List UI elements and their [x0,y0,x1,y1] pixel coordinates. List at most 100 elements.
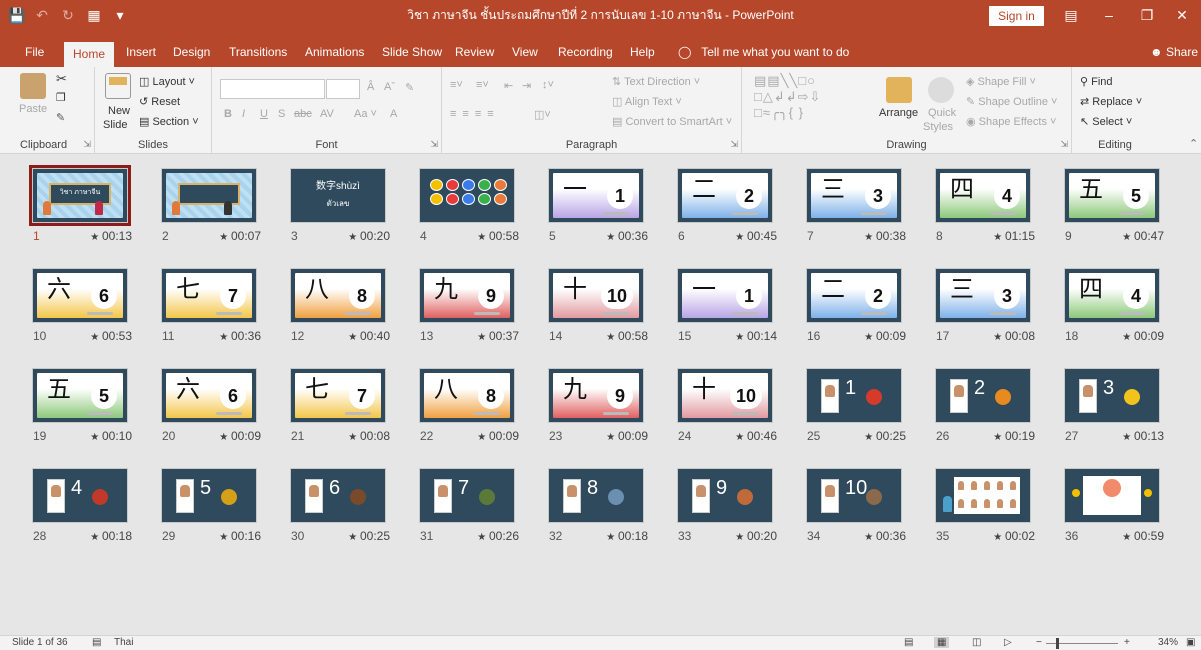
tab-slide-show[interactable]: Slide Show [373,40,451,67]
slide-thumbnail[interactable]: 五5 [32,368,128,423]
animation-star-icon[interactable]: ★ [606,432,618,443]
slide-thumbnail[interactable]: 3 [1064,368,1160,423]
customize-qat-icon[interactable]: ▾ [112,7,128,24]
animation-star-icon[interactable]: ★ [735,532,747,543]
slide-thumbnail[interactable]: 8 [548,468,644,523]
paste-label[interactable]: Paste [19,103,47,115]
paste-icon[interactable] [20,73,46,99]
slide-thumbnail[interactable]: 三3 [806,168,902,223]
animation-star-icon[interactable]: ★ [477,532,489,543]
slide-thumbnail[interactable]: 2 [935,368,1031,423]
language-indicator[interactable]: Thai [114,637,133,648]
slide-thumbnail[interactable]: 十 10 [548,268,644,323]
animation-star-icon[interactable]: ★ [735,232,747,243]
tab-help[interactable]: Help [621,40,664,67]
slide-thumbnail[interactable] [161,168,257,223]
layout-button[interactable]: ◫ Layout ˅ [139,75,195,88]
animation-star-icon[interactable]: ★ [348,332,360,343]
clear-formatting-icon[interactable]: ✎ [405,81,414,94]
tab-animations[interactable]: Animations [296,40,373,67]
animation-star-icon[interactable]: ★ [348,232,360,243]
animation-star-icon[interactable]: ★ [219,332,231,343]
collapse-ribbon-icon[interactable]: ⌃ [1189,137,1198,150]
animation-star-icon[interactable]: ★ [735,332,747,343]
shape-outline-button[interactable]: ✎ Shape Outline ˅ [966,95,1057,108]
tab-recording[interactable]: Recording [549,40,622,67]
slide-thumbnail[interactable]: 七7 [290,368,386,423]
slide-thumbnail[interactable]: วิชา ภาษาจีน [29,165,131,226]
slide-thumbnail[interactable]: 四4 [1064,268,1160,323]
slide-thumbnail[interactable]: 七7 [161,268,257,323]
share-button[interactable]: ☻ Share [1150,40,1198,67]
columns-icon[interactable]: ◫˅ [534,108,551,121]
convert-smartart-button[interactable]: ▤ Convert to SmartArt ˅ [612,115,732,128]
animation-star-icon[interactable]: ★ [993,232,1005,243]
animation-star-icon[interactable]: ★ [90,532,102,543]
slide-thumbnail[interactable]: 八8 [419,368,515,423]
slide-thumbnail[interactable] [935,468,1031,523]
reset-button[interactable]: ↺ Reset [139,95,180,108]
fit-to-window-icon[interactable]: ▣ [1186,637,1195,648]
animation-star-icon[interactable]: ★ [90,232,102,243]
arrange-label[interactable]: Arrange [879,107,918,119]
slide-thumbnail[interactable]: 一1 [548,168,644,223]
tab-file[interactable]: File [16,40,53,67]
animation-star-icon[interactable]: ★ [1122,232,1134,243]
animation-star-icon[interactable]: ★ [1122,332,1134,343]
replace-button[interactable]: ⇄ Replace ˅ [1080,95,1142,108]
italic-icon[interactable]: I [242,108,245,120]
format-painter-icon[interactable]: ✎ [56,111,65,124]
slide-thumbnail[interactable]: 6 [290,468,386,523]
animation-star-icon[interactable]: ★ [606,232,618,243]
increase-indent-icon[interactable]: ⇥ [522,79,531,92]
slide-thumbnail[interactable]: 4 [32,468,128,523]
slide-thumbnail[interactable] [419,168,515,223]
animation-star-icon[interactable]: ★ [993,532,1005,543]
animation-star-icon[interactable]: ★ [477,332,489,343]
close-button[interactable]: ✕ [1163,0,1201,31]
quick-styles-label-1[interactable]: Quick [928,107,956,119]
animation-star-icon[interactable]: ★ [993,332,1005,343]
redo-icon[interactable]: ↻ [60,7,76,24]
new-slide-label-2[interactable]: Slide [103,119,127,131]
tab-transitions[interactable]: Transitions [220,40,296,67]
font-size-combo[interactable] [326,79,360,99]
change-case-button[interactable]: Aa ˅ [354,108,377,120]
animation-star-icon[interactable]: ★ [864,532,876,543]
slide-thumbnail[interactable]: 10 [806,468,902,523]
animation-star-icon[interactable]: ★ [1122,532,1134,543]
slide-thumbnail[interactable]: 九9 [548,368,644,423]
drawing-launcher-icon[interactable]: ⇲ [1060,139,1068,150]
animation-star-icon[interactable]: ★ [219,532,231,543]
animation-star-icon[interactable]: ★ [90,332,102,343]
character-spacing-icon[interactable]: AV [320,108,334,120]
font-name-combo[interactable] [220,79,325,99]
tell-me-box[interactable]: ◯ Tell me what you want to do [678,40,849,67]
animation-star-icon[interactable]: ★ [606,332,618,343]
shape-fill-button[interactable]: ◈ Shape Fill ˅ [966,75,1036,88]
slide-thumbnail[interactable]: 数字shùzì ตัวเลข [290,168,386,223]
animation-star-icon[interactable]: ★ [735,432,747,443]
copy-icon[interactable]: ❐ [56,91,66,104]
animation-star-icon[interactable]: ★ [348,532,360,543]
shape-effects-button[interactable]: ◉ Shape Effects ˅ [966,115,1056,128]
bullets-icon[interactable]: ≡˅ [450,79,463,91]
zoom-out-button[interactable]: − [1036,637,1042,648]
animation-star-icon[interactable]: ★ [993,432,1005,443]
tab-design[interactable]: Design [164,40,219,67]
maximize-button[interactable]: ❐ [1128,0,1166,31]
slide-thumbnail[interactable] [1064,468,1160,523]
save-icon[interactable]: 💾 [8,7,25,24]
animation-star-icon[interactable]: ★ [348,432,360,443]
slide-thumbnail[interactable]: 八8 [290,268,386,323]
slide-thumbnail[interactable]: 六6 [161,368,257,423]
underline-icon[interactable]: U [260,108,268,120]
new-slide-icon[interactable] [105,73,131,99]
line-spacing-icon[interactable]: ↕˅ [542,79,554,91]
font-color-icon[interactable]: A [390,108,397,120]
strikethrough-icon[interactable]: abc [294,108,312,120]
animation-star-icon[interactable]: ★ [477,232,489,243]
animation-star-icon[interactable]: ★ [219,232,231,243]
slideshow-view-icon[interactable]: ▷ [1004,637,1012,648]
ribbon-display-options-icon[interactable]: ▤ [1052,0,1090,31]
